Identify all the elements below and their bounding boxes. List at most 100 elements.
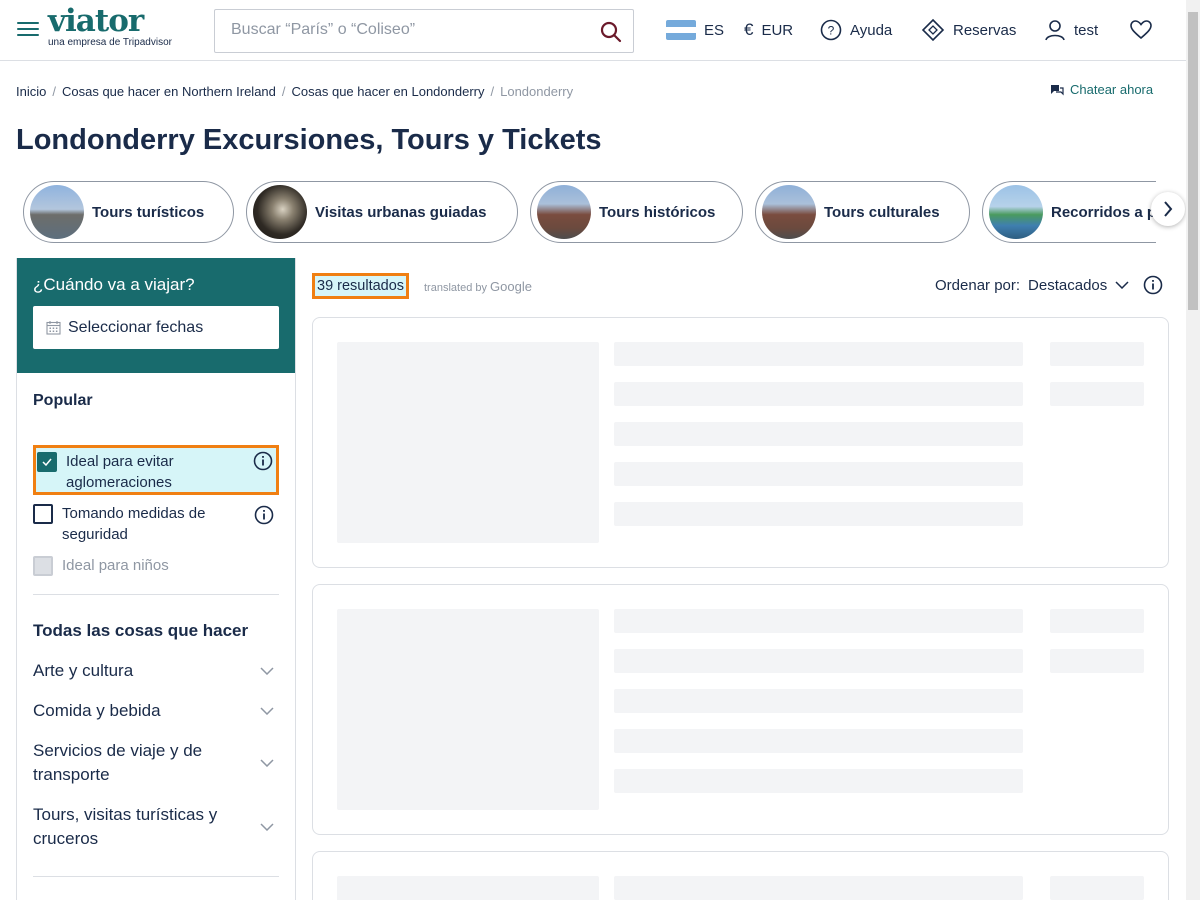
skeleton-line <box>614 689 1023 713</box>
chevron-right-icon <box>1164 201 1173 217</box>
category-label: Tours turísticos <box>92 203 205 221</box>
skeleton-line <box>614 609 1023 633</box>
chevron-down-icon <box>260 759 274 767</box>
help-link[interactable]: ? Ayuda <box>820 18 892 42</box>
breadcrumb-link[interactable]: Cosas que hacer en Northern Ireland <box>62 84 276 99</box>
category-carousel: Tours turísticos Visitas urbanas guiadas… <box>16 180 1156 244</box>
category-pill[interactable]: Tours culturales <box>755 181 970 243</box>
skeleton-price <box>1050 382 1144 406</box>
divider <box>33 876 279 877</box>
category-thumbnail <box>253 185 307 239</box>
account-menu[interactable]: test <box>1044 18 1098 42</box>
category-thumbnail <box>537 185 591 239</box>
popular-heading: Popular <box>33 392 93 409</box>
currency-selector[interactable]: € EUR <box>744 18 793 42</box>
filter-avoid-crowds[interactable]: Ideal para evitar aglomeraciones <box>33 445 279 495</box>
google-logo: Google <box>490 279 532 294</box>
breadcrumb-link[interactable]: Cosas que hacer en Londonderry <box>292 84 485 99</box>
category-pill[interactable]: Tours históricos <box>530 181 743 243</box>
category-label: Tours culturales <box>824 203 940 221</box>
currency-label: EUR <box>761 21 794 39</box>
filter-category-tours[interactable]: Tours, visitas turísticas y cruceros <box>33 803 279 851</box>
skeleton-price <box>1050 876 1144 900</box>
all-things-heading: Todas las cosas que hacer <box>33 621 249 640</box>
skeleton-image <box>337 876 599 900</box>
bookings-link[interactable]: Reservas <box>921 18 1016 42</box>
skeleton-price <box>1050 649 1144 673</box>
help-icon: ? <box>820 19 842 41</box>
help-label: Ayuda <box>850 21 893 39</box>
filter-category-label: Tours, visitas turísticas y cruceros <box>33 805 218 848</box>
logo-tagline: una empresa de Tripadvisor <box>48 37 172 48</box>
checkbox[interactable] <box>33 504 53 524</box>
check-icon <box>42 458 52 466</box>
sort-control[interactable]: Ordenar por: Destacados <box>935 275 1163 295</box>
result-card-skeleton <box>312 851 1169 900</box>
breadcrumb-link[interactable]: Inicio <box>16 84 46 99</box>
skeleton-price <box>1050 342 1144 366</box>
chevron-down-icon <box>1115 281 1129 289</box>
carousel-next-button[interactable] <box>1151 192 1185 226</box>
logo[interactable]: viator una empresa de Tripadvisor <box>48 3 172 48</box>
chat-link[interactable]: Chatear ahora <box>1050 82 1153 97</box>
result-card-skeleton <box>312 584 1169 835</box>
chevron-down-icon <box>260 707 274 715</box>
page: viator una empresa de Tripadvisor ES € E… <box>0 0 1200 900</box>
chat-label: Chatear ahora <box>1070 82 1154 97</box>
skeleton-line <box>614 502 1023 526</box>
filters-sidebar: ¿Cuándo va a viajar? Seleccionar fechas … <box>16 258 296 900</box>
search-box <box>214 9 634 53</box>
ticket-icon <box>921 18 945 42</box>
filter-list: Popular Ideal para evitar aglomeraciones… <box>17 392 295 877</box>
euro-icon: € <box>744 20 754 39</box>
sort-value: Destacados <box>1028 276 1108 294</box>
search-input[interactable] <box>231 21 591 39</box>
skeleton-line <box>614 729 1023 753</box>
skeleton-line <box>614 462 1023 486</box>
checkbox-checked[interactable] <box>37 452 57 472</box>
filter-category-arts[interactable]: Arte y cultura <box>33 659 279 683</box>
skeleton-image <box>337 342 599 543</box>
skeleton-line <box>614 422 1023 446</box>
date-select-field[interactable]: Seleccionar fechas <box>33 306 279 349</box>
user-icon <box>1045 20 1065 41</box>
heart-icon <box>1130 20 1152 40</box>
breadcrumb-separator: / <box>490 84 495 99</box>
language-label: ES <box>704 21 725 39</box>
category-thumbnail <box>30 185 84 239</box>
breadcrumb-current: Londonderry <box>500 84 574 99</box>
category-label: Recorridos a p <box>1051 203 1156 221</box>
filter-label: Ideal para niños <box>62 557 169 574</box>
filter-label: Ideal para evitar aglomeraciones <box>66 453 174 491</box>
filter-category-label: Servicios de viaje y de transporte <box>33 741 203 784</box>
search-icon[interactable] <box>599 20 623 44</box>
language-selector[interactable]: ES <box>666 18 724 42</box>
date-placeholder: Seleccionar fechas <box>68 318 204 336</box>
breadcrumb-separator: / <box>281 84 286 99</box>
filter-safety-measures[interactable]: Tomando medidas de seguridad <box>33 503 279 547</box>
category-thumbnail <box>762 185 816 239</box>
info-icon[interactable] <box>254 505 274 525</box>
filter-category-food[interactable]: Comida y bebida <box>33 699 279 723</box>
calendar-icon <box>46 321 61 335</box>
filter-kids: Ideal para niños <box>33 555 279 579</box>
wishlist-button[interactable] <box>1130 18 1152 42</box>
scrollbar-thumb[interactable] <box>1188 12 1198 310</box>
category-pill[interactable]: Recorridos a p <box>982 181 1156 243</box>
breadcrumb: Inicio / Cosas que hacer en Northern Ire… <box>16 84 573 99</box>
skeleton-price <box>1050 609 1144 633</box>
results-count: 39 resultados <box>312 273 410 299</box>
menu-icon[interactable] <box>17 22 39 38</box>
category-pill[interactable]: Tours turísticos <box>23 181 234 243</box>
skeleton-image <box>337 609 599 810</box>
user-label: test <box>1074 21 1099 39</box>
info-icon[interactable] <box>253 451 273 471</box>
skeleton-line <box>614 382 1023 406</box>
svg-text:?: ? <box>828 24 835 38</box>
filter-category-transport[interactable]: Servicios de viaje y de transporte <box>33 739 279 787</box>
category-pill[interactable]: Visitas urbanas guiadas <box>246 181 518 243</box>
sort-label: Ordenar por: <box>935 276 1021 294</box>
chevron-down-icon <box>260 667 274 675</box>
skeleton-line <box>614 649 1023 673</box>
info-icon[interactable] <box>1143 275 1163 295</box>
